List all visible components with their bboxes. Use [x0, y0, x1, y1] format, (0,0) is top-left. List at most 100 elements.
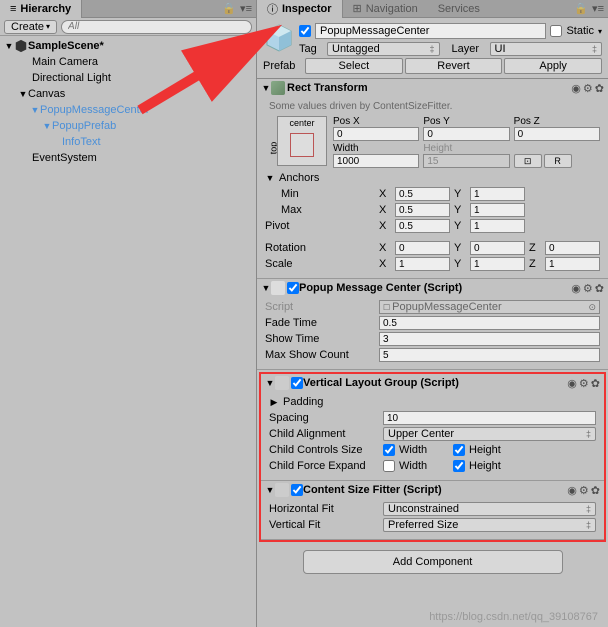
hfit-dropdown[interactable]: Unconstrained: [383, 502, 596, 516]
component-enabled-checkbox[interactable]: [291, 484, 303, 496]
menu-icon[interactable]: ▾≡: [592, 2, 604, 15]
component-enabled-checkbox[interactable]: [287, 282, 299, 294]
rot-z[interactable]: [545, 241, 600, 255]
posx-input[interactable]: [333, 127, 419, 141]
chevron-down-icon[interactable]: ▾: [598, 27, 602, 36]
gear-icon[interactable]: ✿: [595, 82, 604, 95]
scale-x[interactable]: [395, 257, 450, 271]
foldout-icon[interactable]: ▼: [261, 83, 271, 93]
services-tab[interactable]: Services: [428, 1, 490, 17]
pivot-y[interactable]: [470, 219, 525, 233]
tree-item[interactable]: Directional Light: [0, 70, 256, 86]
gear-icon[interactable]: ✿: [591, 377, 600, 390]
tag-dropdown[interactable]: Untagged: [327, 42, 440, 56]
help-icon[interactable]: ◉: [567, 377, 577, 390]
inspector-tab[interactable]: ⓘ Inspector: [257, 0, 343, 18]
tree-item[interactable]: Main Camera: [0, 54, 256, 70]
tree-item-selected[interactable]: ▼PopupMessageCenter: [0, 102, 256, 118]
rot-x[interactable]: [395, 241, 450, 255]
lock-icon[interactable]: 🔒: [222, 2, 236, 15]
posy-input[interactable]: [423, 127, 509, 141]
prefab-select-button[interactable]: Select: [305, 58, 403, 74]
posz-input[interactable]: [514, 127, 600, 141]
max-show-input[interactable]: [379, 348, 600, 362]
search-input[interactable]: [61, 20, 252, 34]
prefab-apply-button[interactable]: Apply: [504, 58, 602, 74]
navigation-tab[interactable]: ⊞Navigation: [343, 0, 428, 17]
tree-item[interactable]: EventSystem: [0, 150, 256, 166]
scale-z[interactable]: [545, 257, 600, 271]
watermark: https://blog.csdn.net/qq_39108767: [429, 611, 598, 623]
gear-icon[interactable]: ✿: [595, 282, 604, 295]
spacing-input[interactable]: [383, 411, 596, 425]
foldout-icon[interactable]: ▶: [269, 397, 279, 408]
layer-label: Layer: [452, 43, 486, 55]
preset-icon[interactable]: ⚙: [579, 377, 589, 390]
vertical-layout-component: ▼ Vertical Layout Group (Script) ◉⚙✿ ▶Pa…: [261, 374, 604, 481]
hierarchy-tab[interactable]: ≡ Hierarchy: [0, 0, 82, 18]
blueprint-button[interactable]: ⊡: [514, 154, 542, 168]
foldout-icon[interactable]: ▼: [265, 173, 275, 183]
anchor-min-y[interactable]: [470, 187, 525, 201]
expand-height-checkbox[interactable]: [453, 460, 465, 472]
static-checkbox[interactable]: [550, 25, 562, 37]
lock-icon[interactable]: 🔒: [574, 2, 588, 15]
foldout-icon[interactable]: ▼: [4, 41, 14, 51]
help-icon[interactable]: ◉: [571, 82, 581, 95]
control-height-checkbox[interactable]: [453, 444, 465, 456]
foldout-icon[interactable]: ▼: [18, 89, 28, 99]
foldout-icon[interactable]: ▼: [265, 485, 275, 495]
fade-time-input[interactable]: [379, 316, 600, 330]
tree-item[interactable]: InfoText: [0, 134, 256, 150]
anchor-preset-button[interactable]: center: [277, 116, 327, 166]
show-time-input[interactable]: [379, 332, 600, 346]
anchor-visual: [290, 133, 314, 157]
control-width-checkbox[interactable]: [383, 444, 395, 456]
anchor-min-x[interactable]: [395, 187, 450, 201]
anchor-max-x[interactable]: [395, 203, 450, 217]
preset-icon[interactable]: ⚙: [583, 282, 593, 295]
panel-options[interactable]: 🔒 ▾≡: [574, 2, 608, 15]
create-button[interactable]: Create ▾: [4, 20, 57, 34]
hierarchy-tabs: ≡ Hierarchy 🔒 ▾≡: [0, 0, 256, 18]
info-text: Some values driven by ContentSizeFitter.: [265, 99, 600, 116]
add-component-button[interactable]: Add Component: [303, 550, 563, 574]
active-checkbox[interactable]: [299, 25, 311, 37]
help-icon[interactable]: ◉: [567, 484, 577, 497]
raw-button[interactable]: R: [544, 154, 572, 168]
alignment-dropdown[interactable]: Upper Center: [383, 427, 596, 441]
pivot-x[interactable]: [395, 219, 450, 233]
tree-item[interactable]: ▼PopupPrefab: [0, 118, 256, 134]
script-field[interactable]: PopupMessageCenter: [379, 300, 600, 314]
hierarchy-panel: ≡ Hierarchy 🔒 ▾≡ Create ▾ ▼ SampleScene*…: [0, 0, 257, 627]
scale-y[interactable]: [470, 257, 525, 271]
anchor-max-y[interactable]: [470, 203, 525, 217]
vfit-dropdown[interactable]: Preferred Size: [383, 518, 596, 532]
expand-width-checkbox[interactable]: [383, 460, 395, 472]
hierarchy-icon: ≡: [10, 3, 16, 15]
layout-icon: [275, 376, 289, 390]
scene-item[interactable]: ▼ SampleScene* ▾≡: [0, 38, 256, 54]
foldout-icon[interactable]: ▼: [30, 105, 40, 115]
preset-icon[interactable]: ⚙: [579, 484, 589, 497]
panel-options[interactable]: 🔒 ▾≡: [222, 2, 256, 15]
rect-transform-icon: [271, 81, 285, 95]
menu-icon[interactable]: ▾≡: [240, 2, 252, 15]
name-field[interactable]: [315, 23, 546, 39]
gear-icon[interactable]: ✿: [591, 484, 600, 497]
foldout-icon[interactable]: ▼: [265, 378, 275, 388]
component-title: Popup Message Center (Script): [299, 282, 571, 294]
rot-y[interactable]: [470, 241, 525, 255]
prefab-revert-button[interactable]: Revert: [405, 58, 503, 74]
scene-menu-icon[interactable]: ▾≡: [238, 40, 250, 53]
tree-item-canvas[interactable]: ▼Canvas: [0, 86, 256, 102]
tag-label: Tag: [299, 43, 323, 55]
foldout-icon[interactable]: ▼: [261, 283, 271, 293]
width-input[interactable]: [333, 154, 419, 168]
foldout-icon[interactable]: ▼: [42, 121, 52, 131]
layer-dropdown[interactable]: UI: [490, 42, 603, 56]
component-enabled-checkbox[interactable]: [291, 377, 303, 389]
help-icon[interactable]: ◉: [571, 282, 581, 295]
preset-icon[interactable]: ⚙: [583, 82, 593, 95]
gameobject-icon[interactable]: [263, 22, 295, 54]
